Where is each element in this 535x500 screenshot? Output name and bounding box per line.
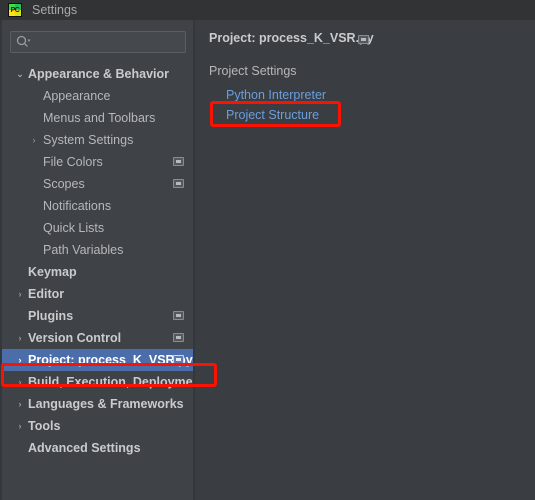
sidebar-item-keymap[interactable]: Keymap — [2, 261, 193, 283]
sidebar-item-system-settings[interactable]: › System Settings — [2, 129, 193, 151]
sidebar-item-label: Appearance & Behavior — [28, 67, 170, 81]
window-title-bar: PC Settings — [0, 0, 535, 20]
search-input[interactable] — [10, 31, 186, 53]
sidebar-item-project-process-k-vsr-py[interactable]: › Project: process_K_VSR.py — [2, 349, 193, 371]
settings-sync-icon[interactable] — [173, 179, 184, 188]
sidebar-item-label: Menus and Toolbars — [43, 111, 156, 125]
settings-sync-icon[interactable] — [173, 157, 184, 166]
sidebar-item-label: Languages & Frameworks — [28, 397, 184, 411]
sidebar-item-appearance-behavior[interactable]: ⌄ Appearance & Behavior — [2, 63, 193, 85]
sidebar-item-label: Appearance — [43, 89, 111, 103]
sidebar-item-label: Advanced Settings — [28, 441, 141, 455]
settings-sidebar: ⌄ Appearance & Behavior Appearance Menus an… — [2, 20, 193, 500]
chevron-down-icon[interactable]: ⌄ — [14, 63, 26, 85]
sidebar-item-editor[interactable]: › Editor — [2, 283, 193, 305]
settings-sync-icon[interactable] — [173, 333, 184, 342]
sidebar-item-label: Tools — [28, 419, 61, 433]
sidebar-item-label: System Settings — [43, 133, 134, 147]
main-panel-title: Project: process_K_VSR.py — [209, 31, 374, 45]
sidebar-item-version-control[interactable]: › Version Control — [2, 327, 193, 349]
sidebar-item-notifications[interactable]: Notifications — [2, 195, 193, 217]
sidebar-item-label: Version Control — [28, 331, 122, 345]
settings-tree: ⌄ Appearance & Behavior Appearance Menus an… — [2, 63, 193, 459]
python-interpreter-link[interactable]: Python Interpreter — [226, 88, 326, 102]
sidebar-item-appearance[interactable]: Appearance — [2, 85, 193, 107]
search-box[interactable] — [10, 31, 186, 53]
sidebar-item-label: Plugins — [28, 309, 74, 323]
sidebar-item-label: Path Variables — [43, 243, 124, 257]
sidebar-item-scopes[interactable]: Scopes — [2, 173, 193, 195]
sidebar-item-label: Project: process_K_VSR.py — [28, 353, 193, 367]
project-settings-section-label: Project Settings — [209, 64, 297, 78]
sidebar-item-build-execution-deployment[interactable]: › Build, Execution, Deployment — [2, 371, 194, 393]
sidebar-item-label: Quick Lists — [43, 221, 105, 235]
sidebar-item-label: Keymap — [28, 265, 77, 279]
sidebar-item-advanced-settings[interactable]: Advanced Settings — [2, 437, 193, 459]
window-title: Settings — [32, 3, 78, 17]
chevron-right-icon[interactable]: › — [28, 129, 40, 151]
pycharm-icon: PC — [8, 3, 22, 17]
project-structure-link[interactable]: Project Structure — [226, 108, 319, 122]
settings-sync-icon[interactable] — [173, 311, 184, 320]
sidebar-item-file-colors[interactable]: File Colors — [2, 151, 193, 173]
settings-sync-icon[interactable] — [173, 355, 184, 364]
sidebar-item-label: Build, Execution, Deployment — [28, 375, 193, 389]
sidebar-item-quick-lists[interactable]: Quick Lists — [2, 217, 193, 239]
sidebar-item-path-variables[interactable]: Path Variables — [2, 239, 193, 261]
sidebar-item-label: Scopes — [43, 177, 85, 191]
pycharm-icon-label: PC — [10, 6, 20, 14]
sidebar-item-label: File Colors — [43, 155, 103, 169]
sidebar-item-label: Editor — [28, 287, 65, 301]
chevron-right-icon[interactable]: › — [14, 349, 26, 371]
settings-main-panel: Project: process_K_VSR.py Project Settin… — [195, 20, 535, 500]
chevron-right-icon[interactable]: › — [14, 393, 26, 415]
sidebar-item-languages-frameworks[interactable]: › Languages & Frameworks — [2, 393, 193, 415]
sidebar-item-tools[interactable]: › Tools — [2, 415, 193, 437]
chevron-right-icon[interactable]: › — [14, 283, 26, 305]
settings-dialog-body: ⌄ Appearance & Behavior Appearance Menus an… — [0, 20, 535, 500]
chevron-right-icon[interactable]: › — [14, 371, 26, 393]
chevron-right-icon[interactable]: › — [14, 327, 26, 349]
settings-sync-icon[interactable] — [358, 35, 369, 44]
sidebar-item-menus-and-toolbars[interactable]: Menus and Toolbars — [2, 107, 193, 129]
chevron-right-icon[interactable]: › — [14, 415, 26, 437]
sidebar-item-plugins[interactable]: Plugins — [2, 305, 193, 327]
sidebar-item-label: Notifications — [43, 199, 112, 213]
